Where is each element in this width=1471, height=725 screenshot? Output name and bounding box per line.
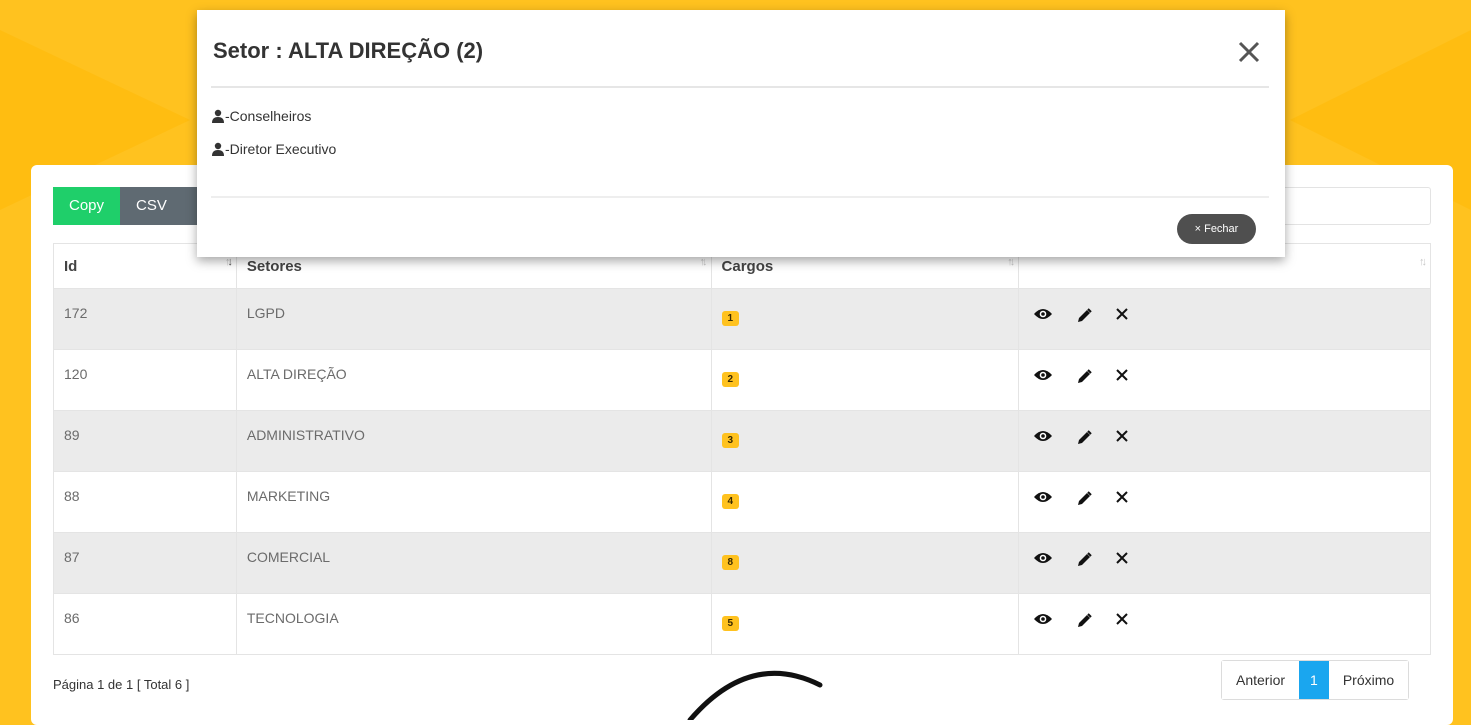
cell-id: 120: [53, 349, 237, 411]
table-row: 88 MARKETING 4: [53, 471, 1431, 533]
cell-cargos: 2: [710, 349, 1020, 411]
cargos-badge[interactable]: 1: [721, 311, 740, 326]
cell-cargos: 1: [710, 288, 1020, 350]
cell-id: 86: [53, 593, 237, 655]
cargos-badge[interactable]: 3: [721, 433, 740, 448]
setor-text: MARKETING: [246, 488, 331, 504]
fechar-button[interactable]: × Fechar: [1177, 214, 1256, 244]
cargos-badge[interactable]: 5: [721, 616, 740, 631]
table-row: 87 COMERCIAL 8: [53, 532, 1431, 594]
id-text: 120: [64, 366, 88, 382]
export-toolbar: Copy CSV: [53, 187, 199, 225]
cell-setor: MARKETING: [235, 471, 712, 533]
close-icon[interactable]: [1115, 551, 1129, 569]
user-icon: [212, 142, 224, 156]
sort-icon: ↑↓: [224, 256, 233, 268]
pagination: Anterior 1 Próximo: [1221, 660, 1410, 700]
id-text: 172: [64, 305, 88, 321]
pencil-icon[interactable]: [1075, 368, 1093, 386]
cell-cargos: 8: [710, 532, 1020, 594]
cell-actions: [1018, 471, 1431, 533]
next-page-button[interactable]: Próximo: [1328, 661, 1409, 699]
table-row: 120 ALTA DIREÇÃO 2: [53, 349, 1431, 411]
close-icon[interactable]: [1115, 490, 1129, 508]
cell-cargos: 3: [710, 410, 1020, 472]
setor-text: TECNOLOGIA: [246, 610, 339, 626]
eye-icon[interactable]: [1033, 368, 1053, 386]
setor-text: LGPD: [246, 305, 285, 321]
table-row: 86 TECNOLOGIA 5: [53, 593, 1431, 655]
eye-icon[interactable]: [1033, 490, 1053, 508]
pencil-icon[interactable]: [1075, 490, 1093, 508]
fechar-label: Fechar: [1204, 223, 1239, 235]
prev-page-button[interactable]: Anterior: [1222, 661, 1300, 699]
setor-text: ALTA DIREÇÃO: [246, 366, 347, 382]
cell-actions: [1018, 532, 1431, 594]
column-header-label: Cargos: [721, 257, 774, 275]
eye-icon[interactable]: [1033, 612, 1053, 630]
cell-setor: LGPD: [235, 288, 712, 350]
setor-modal: Setor : ALTA DIREÇÃO (2) -Conselheiros -…: [197, 10, 1285, 257]
cell-actions: [1018, 349, 1431, 411]
cell-id: 87: [53, 532, 237, 594]
sort-icon: ↑↓: [699, 256, 708, 268]
pencil-icon[interactable]: [1075, 429, 1093, 447]
cell-setor: TECNOLOGIA: [235, 593, 712, 655]
close-icon[interactable]: [1115, 307, 1129, 325]
cargos-badge[interactable]: 8: [721, 555, 740, 570]
column-header-label: Id: [64, 257, 78, 275]
cell-cargos: 4: [710, 471, 1020, 533]
eye-icon[interactable]: [1033, 307, 1053, 325]
modal-title: Setor : ALTA DIREÇÃO (2): [213, 38, 484, 63]
cell-setor: ALTA DIREÇÃO: [235, 349, 712, 411]
cargos-badge[interactable]: 4: [721, 494, 740, 509]
modal-divider: [211, 86, 1269, 88]
cell-actions: [1018, 593, 1431, 655]
id-text: 87: [64, 549, 80, 565]
setores-table: Id ↑↓ Setores ↑↓ Cargos ↑↓ ↑↓ 172 LGPD 1 120 AL…: [53, 243, 1431, 655]
modal-list-item: -Diretor Executivo: [211, 141, 336, 157]
eye-icon[interactable]: [1033, 551, 1053, 569]
pencil-icon[interactable]: [1075, 307, 1093, 325]
id-text: 86: [64, 610, 80, 626]
decorative-curve: [687, 670, 823, 720]
eye-icon[interactable]: [1033, 429, 1053, 447]
cell-setor: ADMINISTRATIVO: [235, 410, 712, 472]
csv-button[interactable]: CSV: [120, 187, 199, 225]
setor-text: COMERCIAL: [246, 549, 331, 565]
modal-close-button[interactable]: [1237, 40, 1261, 69]
cell-id: 89: [53, 410, 237, 472]
sort-icon: ↑↓: [1419, 256, 1427, 268]
modal-item-label: -Diretor Executivo: [225, 141, 337, 157]
close-icon: [1238, 41, 1260, 63]
user-icon: [212, 109, 224, 123]
cargos-badge[interactable]: 2: [721, 372, 740, 387]
search-input[interactable]: [1265, 187, 1431, 225]
pencil-icon[interactable]: [1075, 551, 1093, 569]
close-icon[interactable]: [1115, 368, 1129, 386]
close-icon[interactable]: [1115, 429, 1129, 447]
setor-text: ADMINISTRATIVO: [246, 427, 365, 443]
cell-id: 172: [53, 288, 237, 350]
modal-divider: [211, 196, 1269, 198]
cell-id: 88: [53, 471, 237, 533]
table-row: 172 LGPD 1: [53, 288, 1431, 350]
page-1-button[interactable]: 1: [1299, 661, 1329, 699]
copy-button[interactable]: Copy: [53, 187, 121, 225]
id-text: 88: [64, 488, 80, 504]
cell-actions: [1018, 410, 1431, 472]
cell-setor: COMERCIAL: [235, 532, 712, 594]
id-text: 89: [64, 427, 80, 443]
cell-cargos: 5: [710, 593, 1020, 655]
close-icon[interactable]: [1115, 612, 1129, 630]
modal-list-item: -Conselheiros: [211, 108, 311, 124]
sort-icon: ↑↓: [1007, 256, 1015, 268]
pencil-icon[interactable]: [1075, 612, 1093, 630]
close-icon: ×: [1194, 223, 1202, 235]
cell-actions: [1018, 288, 1431, 350]
table-row: 89 ADMINISTRATIVO 3: [53, 410, 1431, 472]
column-header-label: Setores: [246, 257, 302, 275]
modal-item-label: -Conselheiros: [225, 108, 312, 124]
pagination-info: Página 1 de 1 [ Total 6 ]: [53, 677, 190, 692]
